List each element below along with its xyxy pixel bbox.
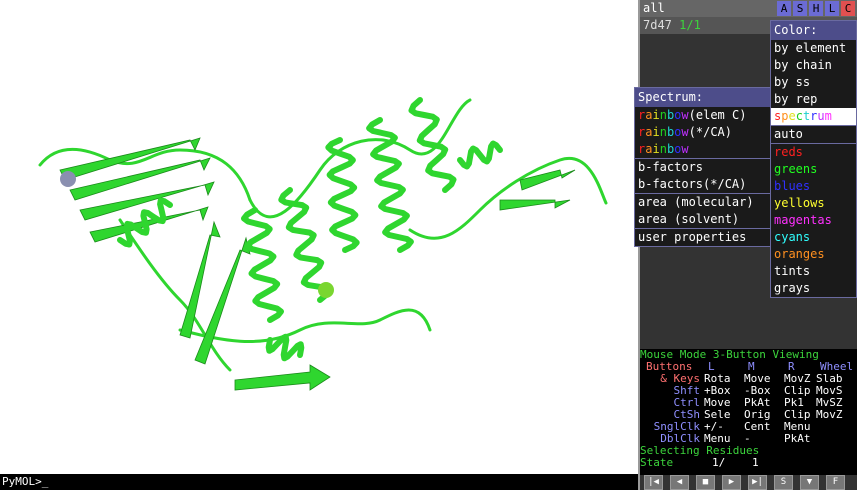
molecule-viewport[interactable] xyxy=(0,0,638,474)
color-item-spectrum[interactable]: spectrum xyxy=(771,108,856,125)
state-label: State xyxy=(640,456,674,469)
object-state: 1/1 xyxy=(679,18,701,32)
back-button[interactable]: ◀ xyxy=(670,475,689,490)
spectrum-menu-title: Spectrum: xyxy=(635,88,770,107)
state-total: 1 xyxy=(752,456,759,469)
scene-button[interactable]: S xyxy=(774,475,793,490)
ashlc-button-h[interactable]: H xyxy=(809,1,823,16)
color-item-yellows[interactable]: yellows xyxy=(771,195,856,212)
ashlc-button-c[interactable]: C xyxy=(841,1,855,16)
loop-segment xyxy=(118,218,232,372)
protein-cartoon[interactable] xyxy=(0,0,638,474)
color-menu-title: Color: xyxy=(771,21,856,40)
rainbow-word: rainbow xyxy=(638,142,689,156)
full-screen-button[interactable]: F xyxy=(826,475,845,490)
forward-button[interactable]: ▶| xyxy=(748,475,767,490)
ashlc-button-s[interactable]: S xyxy=(793,1,807,16)
ion-sphere xyxy=(318,282,334,298)
color-item-by-chain[interactable]: by chain xyxy=(771,57,856,74)
beta-strand xyxy=(234,364,331,391)
color-item-by-ss[interactable]: by ss xyxy=(771,74,856,91)
stop-button[interactable]: ■ xyxy=(696,475,715,490)
color-item-by-element[interactable]: by element xyxy=(771,40,856,57)
spectrum-item-rainbow-0[interactable]: rainbow(elem C) xyxy=(635,107,770,124)
spectrum-item-user-properties[interactable]: user properties xyxy=(635,229,770,246)
movie-controls: |◀ ◀ ■ ▶ ▶| S ▼ F xyxy=(640,475,857,490)
spectrum-item-rainbow-2[interactable]: rainbow xyxy=(635,141,770,158)
color-item-magentas[interactable]: magentas xyxy=(771,212,856,229)
color-item-reds[interactable]: reds xyxy=(771,144,856,161)
color-item-tints[interactable]: tints xyxy=(771,263,856,280)
ion-sphere xyxy=(60,171,76,187)
beta-strand xyxy=(499,199,571,211)
color-item-greens[interactable]: greens xyxy=(771,161,856,178)
rainbow-word: rainbow xyxy=(638,125,689,139)
menu-button[interactable]: ▼ xyxy=(800,475,819,490)
beta-strand xyxy=(59,137,201,181)
color-menu: Color: by element by chain by ss by rep spec… xyxy=(770,20,857,298)
play-button[interactable]: ▶ xyxy=(722,475,741,490)
rewind-button[interactable]: |◀ xyxy=(644,475,663,490)
spectrum-item-suffix: (elem C) xyxy=(688,108,747,122)
object-name-all: all xyxy=(643,1,665,15)
spectrum-menu: Spectrum: rainbow(elem C) rainbow(*/CA) ra… xyxy=(634,87,771,247)
alpha-helix xyxy=(457,140,503,170)
spectrum-item-suffix: (*/CA) xyxy=(688,125,732,139)
command-line[interactable]: PyMOL>_ xyxy=(0,474,638,490)
loop-segment xyxy=(408,156,608,240)
alpha-helix xyxy=(241,207,284,323)
rainbow-word: rainbow xyxy=(638,108,689,122)
spectrum-item-b-factors-ca-[interactable]: b-factors(*/CA) xyxy=(635,176,770,193)
mouse-action: MovZ xyxy=(816,408,843,421)
spectrum-item-b-factors[interactable]: b-factors xyxy=(635,159,770,176)
color-item-blues[interactable]: blues xyxy=(771,178,856,195)
ashlc-button-a[interactable]: A xyxy=(777,1,791,16)
ashlc-button-l[interactable]: L xyxy=(825,1,839,16)
state-value: 1/ xyxy=(712,456,726,469)
color-item-by-rep[interactable]: by rep xyxy=(771,91,856,108)
state-row: State 1/1 xyxy=(640,457,857,469)
spectrum-item-area-molecular-[interactable]: area (molecular) xyxy=(635,194,770,211)
command-prompt: PyMOL>_ xyxy=(2,475,49,488)
color-item-oranges[interactable]: oranges xyxy=(771,246,856,263)
mouse-action: PkAt xyxy=(784,432,811,445)
alpha-helix xyxy=(408,97,457,193)
spectrum-item-rainbow-1[interactable]: rainbow(*/CA) xyxy=(635,124,770,141)
color-item-cyans[interactable]: cyans xyxy=(771,229,856,246)
object-name-7d47: 7d47 xyxy=(643,18,672,32)
color-item-grays[interactable]: grays xyxy=(771,280,856,297)
spectrum-item-area-solvent-[interactable]: area (solvent) xyxy=(635,211,770,228)
mouse-mode-panel[interactable]: Mouse Mode 3-Button Viewing Buttons L M R Wh… xyxy=(640,349,857,475)
mouse-mode-value: 3-Button Viewing xyxy=(712,348,819,361)
color-item-auto[interactable]: auto xyxy=(771,126,856,143)
